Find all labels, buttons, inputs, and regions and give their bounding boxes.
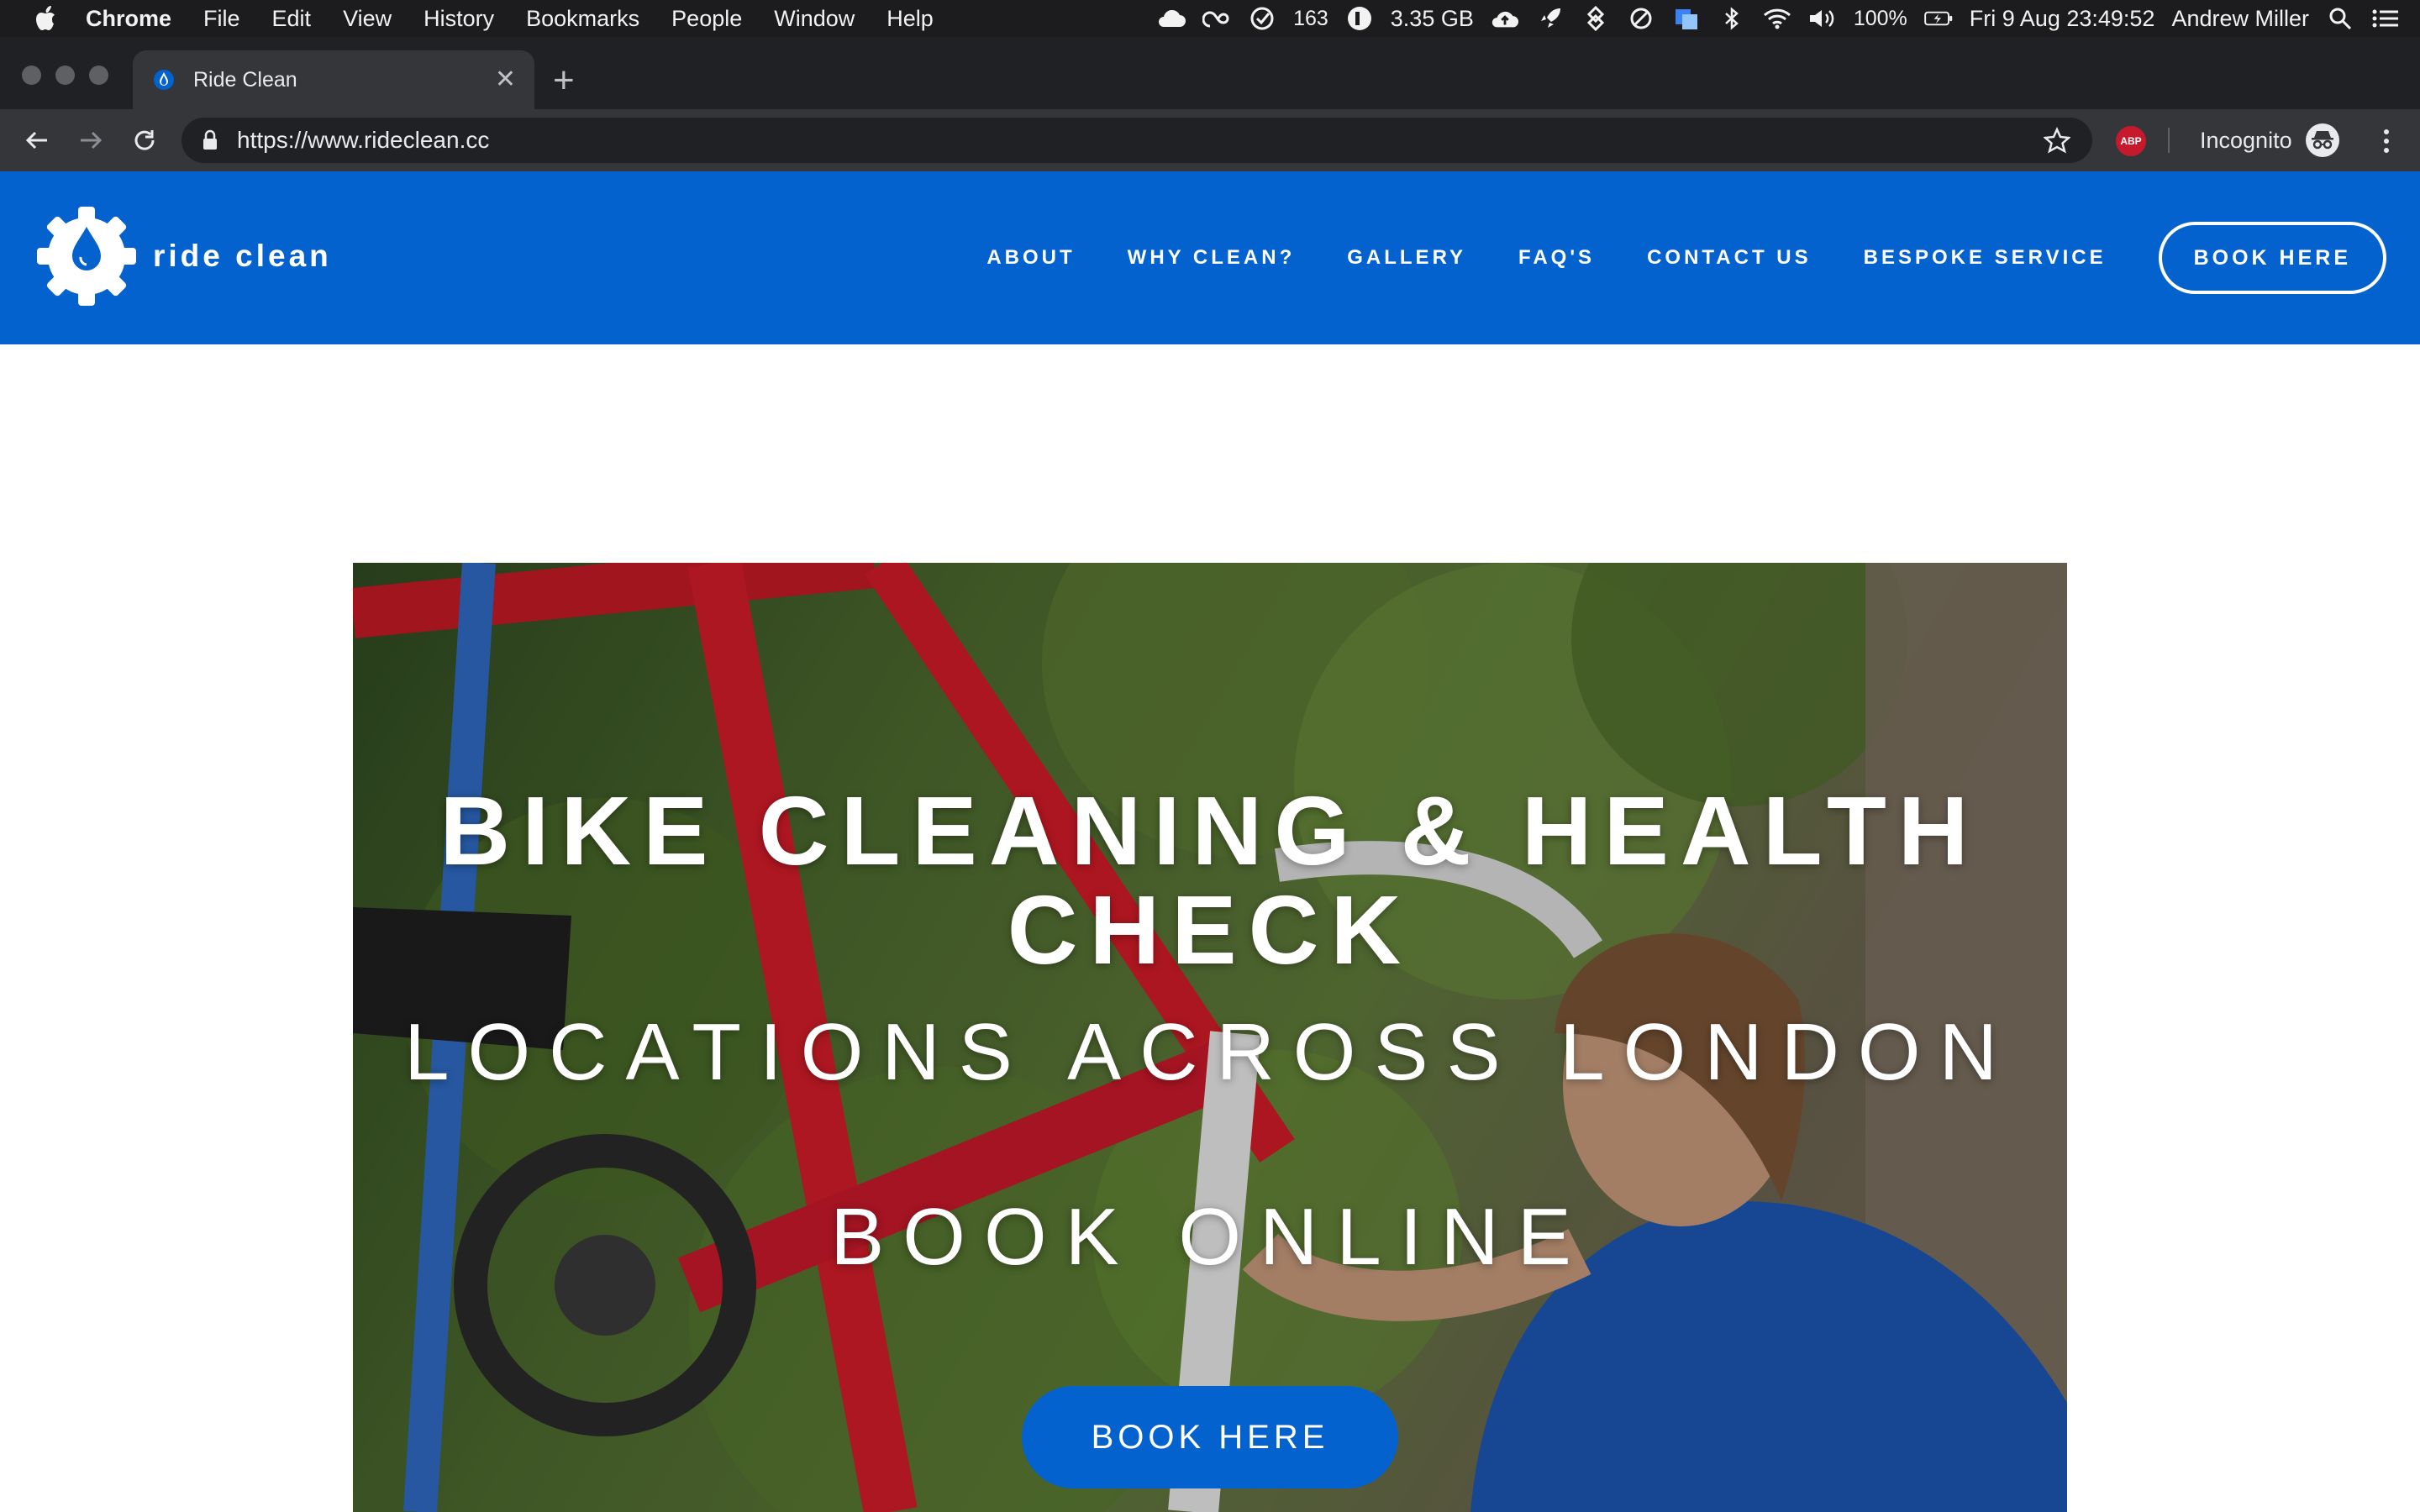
volume-icon[interactable] <box>1808 6 1837 31</box>
bluetooth-icon[interactable] <box>1718 6 1746 31</box>
menu-view[interactable]: View <box>343 6 392 32</box>
main-navigation: ABOUT WHY CLEAN? GALLERY FAQ'S CONTACT U… <box>986 171 2420 344</box>
tab-title: Ride Clean <box>193 67 297 92</box>
sync-app-icon[interactable] <box>1581 6 1610 31</box>
browser-tab-active[interactable]: Ride Clean ✕ <box>133 50 534 109</box>
incognito-icon <box>2305 123 2339 157</box>
memory-monitor-icon[interactable] <box>1345 6 1374 31</box>
new-tab-button[interactable]: + <box>553 62 575 99</box>
hero-book-online: BOOK ONLINE <box>830 1192 1590 1282</box>
menu-edit[interactable]: Edit <box>272 6 312 32</box>
site-logo[interactable]: ride clean <box>34 203 332 309</box>
browser-toolbar: https://www.rideclean.cc ABP Incognito <box>0 109 2420 171</box>
nav-about[interactable]: ABOUT <box>986 246 1075 270</box>
incognito-label: Incognito <box>2200 127 2292 153</box>
apple-icon[interactable] <box>35 4 60 33</box>
toolbar-divider <box>2168 128 2170 153</box>
forward-arrow-icon[interactable] <box>74 123 108 157</box>
cloud-icon[interactable] <box>1157 6 1186 31</box>
battery-percent: 100% <box>1853 6 1907 30</box>
browser-tab-strip: Ride Clean ✕ + <box>0 37 2420 109</box>
menu-people[interactable]: People <box>671 6 742 32</box>
hero-banner: BIKE CLEANING & HEALTH CHECK LOCATIONS A… <box>353 563 2067 1512</box>
user-name[interactable]: Andrew Miller <box>2171 6 2309 32</box>
minimize-window-button[interactable] <box>55 66 75 85</box>
zoom-window-button[interactable] <box>89 66 108 85</box>
notification-count: 163 <box>1293 6 1328 30</box>
rocket-icon[interactable] <box>1536 6 1565 31</box>
nav-contact-us[interactable]: CONTACT US <box>1647 246 1812 270</box>
menu-history[interactable]: History <box>424 6 494 32</box>
checkmark-app-icon[interactable] <box>1248 6 1276 31</box>
incognito-indicator[interactable]: Incognito <box>2200 109 2339 171</box>
tab-close-icon[interactable]: ✕ <box>495 67 516 92</box>
url-text[interactable]: https://www.rideclean.cc <box>237 127 2044 154</box>
notification-center-icon[interactable] <box>2371 6 2400 31</box>
wifi-icon[interactable] <box>1763 6 1791 31</box>
site-header: ride clean ABOUT WHY CLEAN? GALLERY FAQ'… <box>0 171 2420 344</box>
reload-icon[interactable] <box>128 123 161 157</box>
nav-gallery[interactable]: GALLERY <box>1347 246 1466 270</box>
window-controls <box>22 66 108 85</box>
menu-help[interactable]: Help <box>886 6 934 32</box>
address-bar[interactable]: https://www.rideclean.cc <box>182 118 2092 163</box>
ride-clean-favicon-icon <box>154 70 174 90</box>
gear-water-drop-icon <box>37 207 136 306</box>
cloud-upload-icon[interactable] <box>1491 6 1519 31</box>
logo-wordmark: ride clean <box>153 239 332 273</box>
do-not-disturb-icon[interactable] <box>1627 6 1655 31</box>
adblock-plus-icon[interactable]: ABP <box>2116 126 2146 156</box>
nav-bespoke-service[interactable]: BESPOKE SERVICE <box>1864 246 2107 270</box>
back-arrow-icon[interactable] <box>20 123 54 157</box>
hero-title: BIKE CLEANING & HEALTH CHECK <box>439 776 1981 984</box>
nav-book-here-button[interactable]: BOOK HERE <box>2158 222 2386 294</box>
macos-menu-bar: Chrome File Edit View History Bookmarks … <box>0 0 2420 37</box>
chrome-menu-icon[interactable] <box>2370 124 2403 158</box>
hero-book-here-button[interactable]: BOOK HERE <box>1022 1386 1398 1488</box>
bookmark-star-icon[interactable] <box>2044 126 2072 155</box>
battery-charging-icon[interactable] <box>1923 6 1953 31</box>
spotlight-search-icon[interactable] <box>2326 6 2354 31</box>
close-window-button[interactable] <box>22 66 41 85</box>
menu-app-name[interactable]: Chrome <box>86 6 171 32</box>
menu-bookmarks[interactable]: Bookmarks <box>526 6 639 32</box>
hero-subtitle: LOCATIONS ACROSS LONDON <box>404 1007 2016 1097</box>
memory-usage: 3.35 GB <box>1390 5 1474 31</box>
clock[interactable]: Fri 9 Aug 23:49:52 <box>1970 6 2155 32</box>
lock-icon[interactable] <box>202 129 222 152</box>
nav-faqs[interactable]: FAQ'S <box>1518 246 1595 270</box>
creative-cloud-icon[interactable] <box>1202 6 1231 31</box>
menu-file[interactable]: File <box>203 6 240 32</box>
nav-why-clean[interactable]: WHY CLEAN? <box>1128 246 1296 270</box>
menu-window[interactable]: Window <box>774 6 855 32</box>
input-source-icon[interactable] <box>1672 6 1701 31</box>
